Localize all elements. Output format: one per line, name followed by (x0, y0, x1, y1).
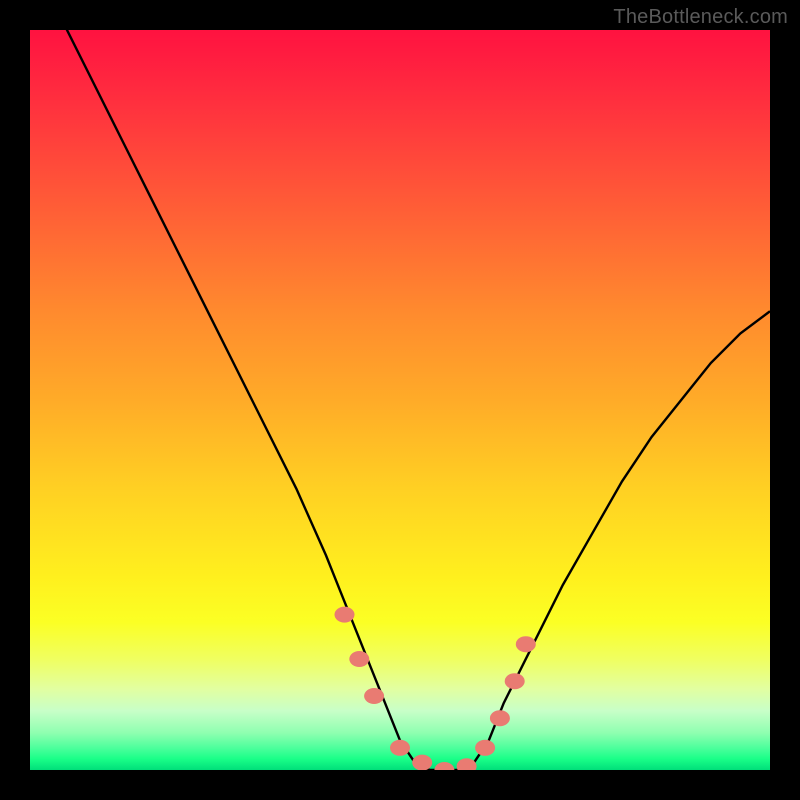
curve-marker (349, 651, 369, 667)
curve-marker (364, 688, 384, 704)
marker-group (335, 607, 536, 770)
curve-marker (516, 636, 536, 652)
curve-marker (335, 607, 355, 623)
curve-marker (490, 710, 510, 726)
watermark-text: TheBottleneck.com (613, 6, 788, 29)
plot-area (30, 30, 770, 770)
bottleneck-curve (30, 30, 770, 770)
curve-marker (457, 758, 477, 770)
chart-frame: TheBottleneck.com (0, 0, 800, 800)
curve-marker (475, 740, 495, 756)
curve-marker (434, 762, 454, 770)
curve-marker (390, 740, 410, 756)
curve-layer (30, 30, 770, 770)
curve-marker (505, 673, 525, 689)
curve-marker (412, 755, 432, 770)
